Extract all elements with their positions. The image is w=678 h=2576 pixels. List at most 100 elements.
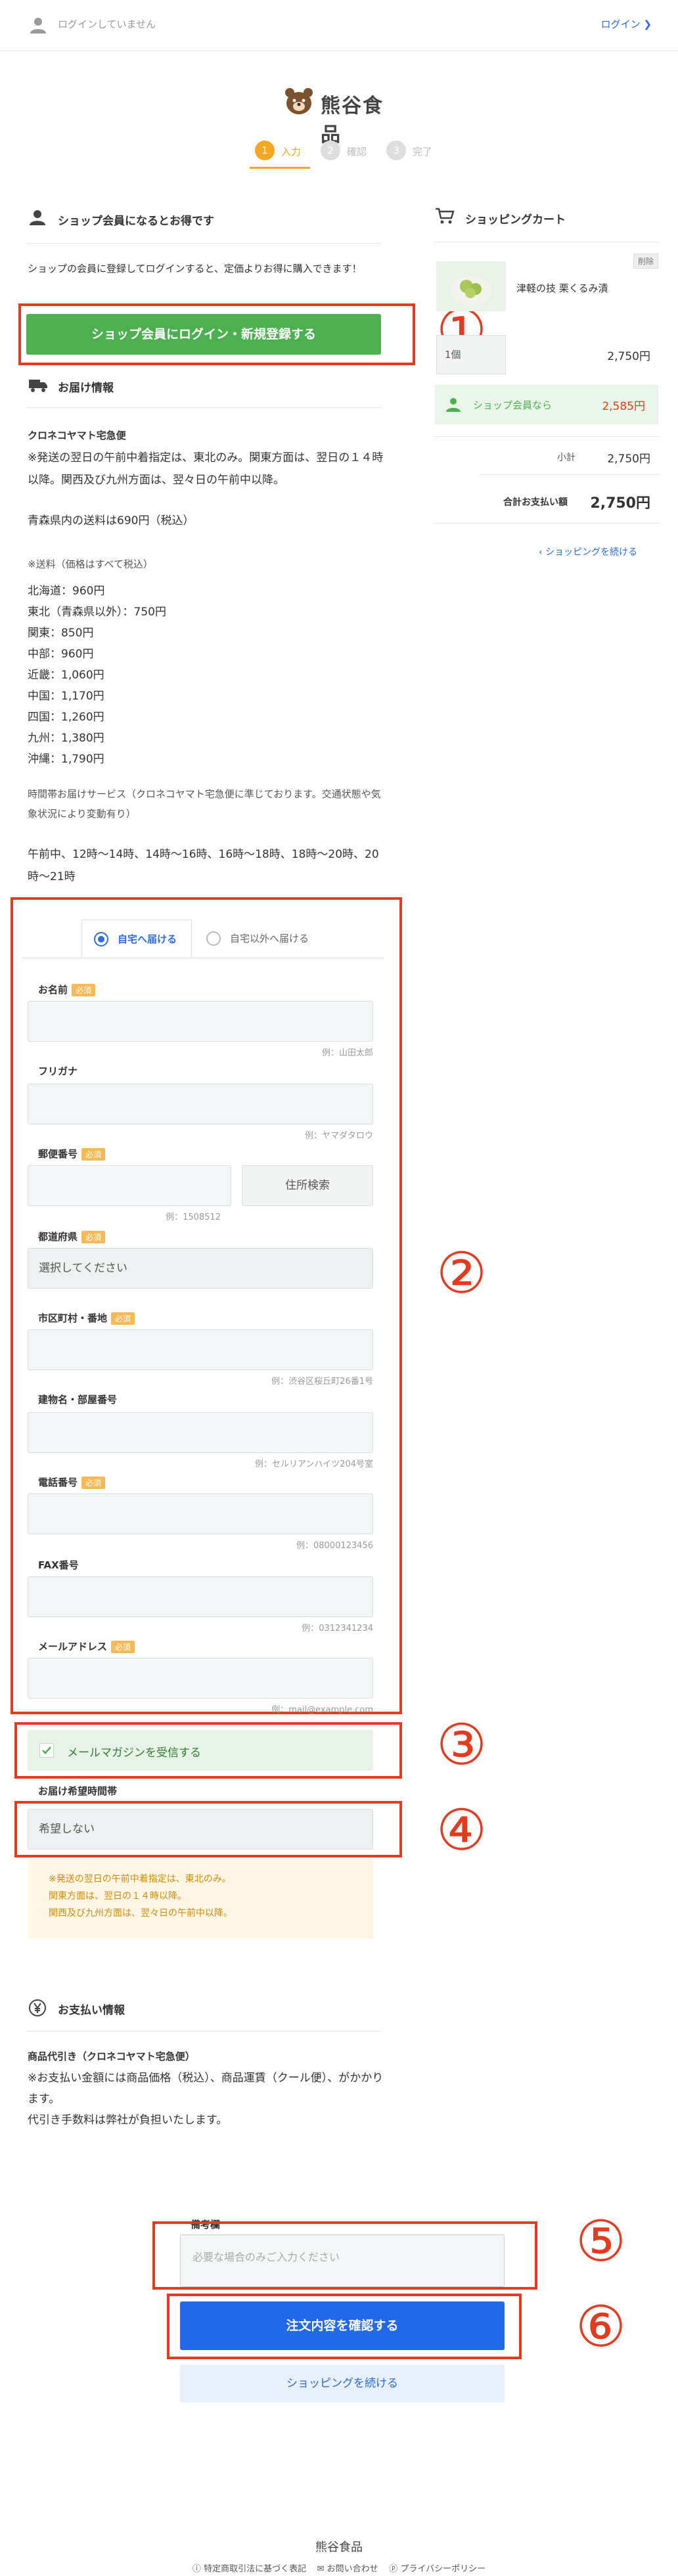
required-badge: 必須 — [111, 1312, 135, 1325]
mail-hint: 例：mail@example.com — [271, 1705, 373, 1715]
delivery-warning-box: ※発送の翌日の午前中着指定は、東北のみ。 関東方面は、翌日の１４時以降。 関西及… — [28, 1859, 373, 1939]
magazine-checkbox[interactable] — [39, 1743, 54, 1758]
time-slots: 午前中、12時〜14時、14時〜16時、16時〜18時、18時〜20時、20時〜… — [28, 848, 379, 883]
delivery-warning: ※発送の翌日の午前中着指定は、東北のみ。 関東方面は、翌日の１４時以降。 関西及… — [49, 1874, 233, 1919]
member-title: ショップ会員になるとお得です — [58, 215, 214, 228]
member-text: ショップの会員に登録してログインすると、定価よりお得に購入できます！ — [28, 263, 362, 275]
login-link[interactable]: ログイン ❯ — [601, 17, 652, 31]
payment-text: ※お支払い金額には商品価格（税込）、商品運賃（クール便）、がかかります。 代引き… — [28, 2072, 384, 2127]
confirm-order-button[interactable]: 注文内容を確認する — [180, 2301, 505, 2350]
member-login-button[interactable]: ショップ会員にログイン・新規登録する — [26, 314, 381, 355]
footer-link-contact[interactable]: ✉ お問い合わせ — [317, 2564, 378, 2574]
delete-button[interactable]: 削除 — [633, 254, 659, 269]
city-hint: 例：渋谷区桜丘町26番1号 — [271, 1377, 373, 1387]
delivery-note: ※発送の翌日の午前中着指定は、東北のみ。関東方面は、翌日の１４時以降。関西及び九… — [28, 451, 384, 487]
radio-other[interactable] — [206, 931, 221, 946]
user-icon — [30, 210, 45, 225]
payment-method: 商品代引き（クロネコヤマト宅急便） — [28, 2051, 195, 2062]
footer-link-tokushoho[interactable]: ⓘ 特定商取引法に基づく表記 — [192, 2564, 306, 2574]
continue-shopping-button[interactable]: ショッピングを続ける — [180, 2365, 505, 2403]
required-badge: 必須 — [81, 1148, 106, 1161]
required-badge: 必須 — [81, 1477, 106, 1489]
remarks-placeholder: 必要な場合のみご入力ください — [192, 2251, 340, 2263]
magazine-option[interactable]: メールマガジンを受信する — [28, 1730, 373, 1771]
item-price: 2,750円 — [607, 350, 650, 363]
annotation-marker-5: ⑤ — [576, 2209, 627, 2275]
prefecture-select[interactable]: 選択してください — [28, 1248, 373, 1289]
kana-hint: 例：ヤマダタロウ — [304, 1131, 373, 1141]
subtotal-label: 小計 — [557, 453, 576, 463]
fax-input[interactable] — [28, 1576, 373, 1617]
required-badge: 必須 — [72, 984, 96, 996]
step-progress-bar — [250, 167, 310, 169]
tel-input[interactable] — [28, 1494, 373, 1534]
annotation-marker-2: ② — [436, 1241, 487, 1306]
tab-home-delivery[interactable]: 自宅へ届ける — [81, 920, 192, 958]
check-icon — [42, 1746, 51, 1754]
product-thumbnail — [436, 261, 506, 311]
quantity-select[interactable]: 1個 — [436, 335, 506, 374]
building-input[interactable] — [28, 1412, 373, 1453]
footer-site-name[interactable]: 熊谷食品 — [0, 2538, 678, 2555]
required-badge: 必須 — [111, 1641, 135, 1653]
name-hint: 例：山田太郎 — [321, 1048, 373, 1058]
annotation-marker-3: ③ — [436, 1712, 487, 1778]
yen-icon — [29, 1999, 46, 2016]
annotation-marker-6: ⑥ — [576, 2294, 627, 2360]
city-input[interactable] — [28, 1329, 373, 1370]
cart-continue-link[interactable]: ‹ ショッピングを続ける — [539, 545, 637, 558]
radio-home[interactable] — [94, 932, 108, 946]
carrier-name: クロネコヤマト宅急便 — [28, 430, 126, 441]
footer-links: ⓘ 特定商取引法に基づく表記 ✉ お問い合わせ ⓟ プライバシーポリシー — [0, 2562, 678, 2576]
pref-label: 都道府県 必須 — [38, 1230, 106, 1243]
product-name[interactable]: 津軽の技 栗くるみ漬 — [516, 281, 608, 295]
tel-hint: 例：08000123456 — [296, 1541, 373, 1551]
member-price-row: ショップ会員なら 2,585円 — [435, 385, 658, 424]
fee-list: 北海道：960円 東北（青森県以外）：750円 関東：850円 中部：960円 … — [28, 585, 166, 766]
mail-input[interactable] — [28, 1658, 373, 1699]
footer-link-privacy[interactable]: ⓟ プライバシーポリシー — [389, 2564, 486, 2574]
cart-icon — [436, 208, 455, 224]
login-status: ログインしていません — [58, 18, 156, 30]
total-label: 合計お支払い額 — [503, 497, 568, 508]
product-image[interactable] — [436, 261, 506, 311]
name-input[interactable] — [28, 1001, 373, 1042]
total-value: 2,750円 — [590, 495, 650, 512]
building-label: 建物名・部屋番号 — [38, 1394, 118, 1406]
lock-icon: ⓟ — [389, 2564, 401, 2574]
mail-label: メールアドレス 必須 — [38, 1639, 135, 1653]
member-price: 2,585円 — [602, 400, 645, 413]
tel-label: 電話番号 必須 — [38, 1475, 106, 1489]
zip-hint: 例：1508512 — [166, 1212, 221, 1222]
divider — [434, 436, 660, 437]
site-logo[interactable]: 熊谷食品 — [284, 85, 395, 146]
delivery-title: お届け情報 — [58, 382, 114, 395]
time-note: 時間帯お届けサービス（クロネコヤマト宅急便に準じております。交通状態や気象状況に… — [28, 788, 381, 820]
bear-logo-icon — [285, 88, 313, 114]
user-icon — [30, 18, 46, 33]
magazine-label: メールマガジンを受信する — [67, 1746, 201, 1760]
member-user-icon — [446, 398, 461, 412]
remarks-textarea[interactable]: 必要な場合のみご入力ください — [180, 2234, 505, 2287]
member-price-label: ショップ会員なら — [473, 399, 553, 411]
zip-input[interactable] — [28, 1165, 231, 1206]
fax-hint: 例：0312341234 — [302, 1624, 373, 1633]
divider — [26, 243, 381, 244]
truck-icon — [29, 380, 47, 392]
name-label: お名前 必須 — [38, 983, 96, 996]
cart-title: ショッピングカート — [465, 213, 566, 227]
tab-other-delivery[interactable]: 自宅以外へ届ける — [194, 920, 326, 958]
logo-text: 熊谷食品 — [321, 95, 384, 146]
kana-input[interactable] — [28, 1084, 373, 1124]
annotation-marker-4: ④ — [436, 1798, 487, 1863]
delivery-time-label: お届け希望時間帯 — [38, 1785, 118, 1797]
subtotal-value: 2,750円 — [607, 453, 650, 466]
info-icon: ⓘ — [192, 2564, 204, 2574]
delivery-time-select[interactable]: 希望しない — [28, 1809, 373, 1850]
zip-search-button[interactable]: 住所検索 — [242, 1165, 373, 1206]
top-bar: ログインしていません ログイン ❯ — [0, 0, 678, 51]
aomori-fee: 青森県内の送料は690円（税込） — [28, 514, 194, 527]
chevron-left-icon: ‹ — [539, 547, 546, 558]
divider — [26, 407, 381, 408]
payment-title: お支払い情報 — [58, 2004, 125, 2017]
